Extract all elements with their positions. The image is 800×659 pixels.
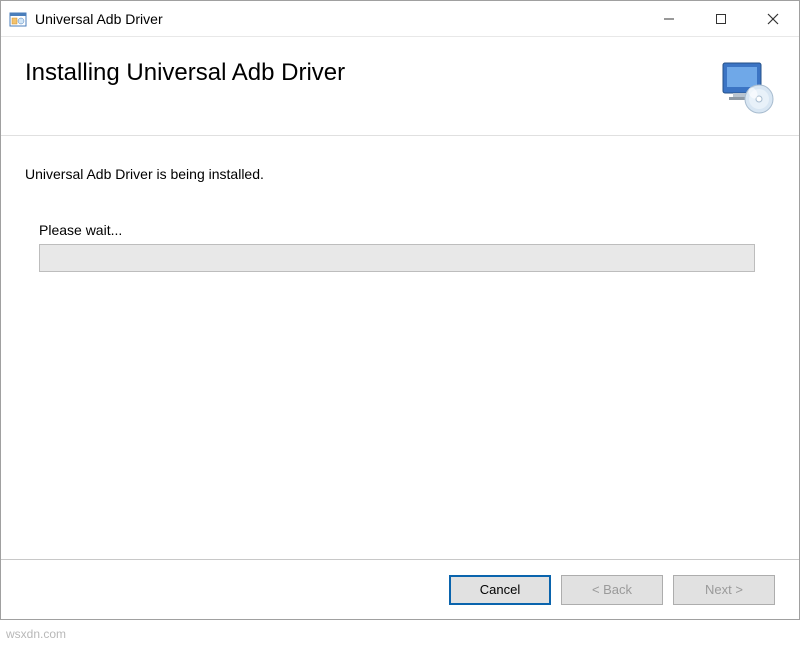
titlebar: Universal Adb Driver	[1, 1, 799, 37]
maximize-button[interactable]	[695, 1, 747, 37]
installer-window: Universal Adb Driver Installing Universa…	[0, 0, 800, 620]
footer-buttons: Cancel < Back Next >	[1, 559, 799, 619]
header-panel: Installing Universal Adb Driver	[1, 37, 799, 136]
content-area: Universal Adb Driver is being installed.…	[1, 136, 799, 559]
window-title: Universal Adb Driver	[35, 11, 643, 27]
close-button[interactable]	[747, 1, 799, 37]
computer-disc-icon	[719, 59, 775, 115]
installer-package-icon	[9, 10, 27, 28]
back-button: < Back	[561, 575, 663, 605]
wait-label: Please wait...	[25, 222, 765, 238]
page-title: Installing Universal Adb Driver	[25, 59, 709, 87]
status-text: Universal Adb Driver is being installed.	[25, 166, 765, 182]
progress-bar	[39, 244, 755, 272]
cancel-button[interactable]: Cancel	[449, 575, 551, 605]
source-watermark: wsxdn.com	[6, 627, 66, 641]
next-button: Next >	[673, 575, 775, 605]
minimize-button[interactable]	[643, 1, 695, 37]
